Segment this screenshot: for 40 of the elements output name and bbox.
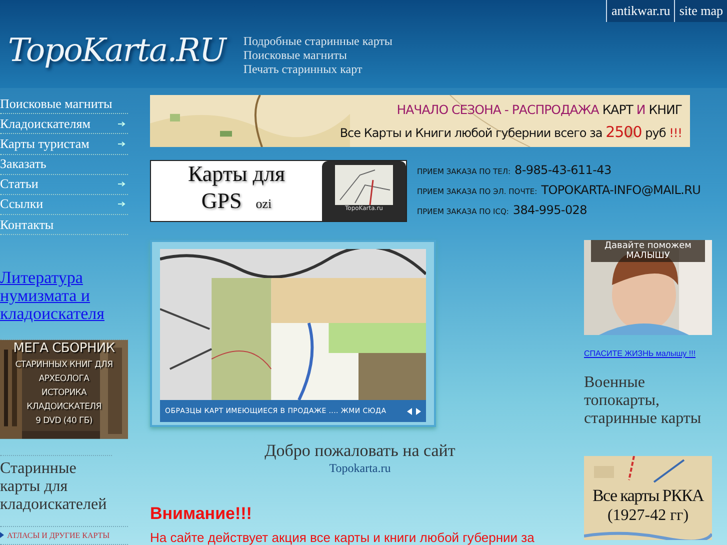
- top-link[interactable]: site map: [674, 0, 727, 22]
- welcome-title: Добро пожаловать на сайт: [264, 441, 456, 461]
- tagline: Подробные старинные карты: [243, 34, 392, 48]
- banner-text: 9 DVD (40 ГБ): [36, 415, 92, 428]
- nav-item[interactable]: Ссылки: [0, 194, 128, 216]
- sale-text: НАЧАЛО СЕЗОНА - РАСПРОДАЖА КАРТ И КНИГ: [396, 100, 682, 118]
- banner-text: АРХЕОЛОГА: [38, 373, 90, 386]
- arrow-icon: [118, 181, 126, 188]
- banner-text: СТАРИННЫХ КНИГ ДЛЯ: [15, 359, 113, 372]
- arrow-icon: [118, 120, 126, 127]
- help-banner[interactable]: Давайте поможем МАЛЫШУ: [584, 240, 712, 335]
- banner-text: ИСТОРИКА: [41, 387, 87, 400]
- banner-text: КЛАДОИСКАТЕЛЯ: [26, 401, 102, 414]
- nav-item[interactable]: Контакты: [0, 215, 128, 236]
- tagline: Печать старинных карт: [243, 62, 364, 76]
- nav-item[interactable]: Кладоискателям: [0, 114, 128, 134]
- literature-link[interactable]: Литература нумизмата и кладоискателя: [0, 269, 128, 324]
- sale-text: Все Карты и Книги любой губернии всего за 2500 руб !!!: [340, 122, 682, 142]
- nav-item[interactable]: Статьи: [0, 174, 128, 195]
- rkka-banner[interactable]: Все карты РККА (1927-42 гг): [584, 456, 712, 540]
- section-heading: Старинные карты для кладоискателей: [0, 454, 112, 514]
- help-link[interactable]: СПАСИТЕ ЖИЗНЬ малышу !!!: [584, 349, 712, 358]
- site-logo[interactable]: TopoKarta.RU: [8, 30, 226, 70]
- notice-text: На сайте действует акция все карты и книги любой губернии за: [150, 530, 536, 545]
- arrow-icon: [118, 140, 126, 147]
- section-heading: Военные топокарты, старинные карты: [584, 374, 702, 428]
- nav-item[interactable]: Карты туристам: [0, 134, 128, 155]
- nav-item[interactable]: Поисковые магниты: [0, 94, 128, 114]
- banner-text: МЕГА СБОРНИК: [13, 340, 115, 358]
- arrow-icon: [118, 201, 126, 208]
- atlas-link[interactable]: АТЛАСЫ И ДРУГИЕ КАРТЫ: [0, 526, 128, 545]
- nav-item[interactable]: Заказать: [0, 154, 128, 175]
- prev-next-icon: [407, 408, 421, 414]
- book-banner[interactable]: МЕГА СБОРНИК СТАРИННЫХ КНИГ ДЛЯ АРХЕОЛОГА ИСТОРИКА КЛАДОИСКАТЕЛЯ 9 DVD (40 ГБ): [0, 339, 128, 439]
- site-name: Topokarta.ru: [329, 461, 391, 476]
- notice-title: Внимание!!!: [150, 504, 253, 524]
- top-link[interactable]: antikwar.ru: [606, 0, 674, 22]
- bullet-icon: [0, 532, 4, 538]
- sale-banner[interactable]: НАЧАЛО СЕЗОНА - РАСПРОДАЖА КАРТ И КНИГ Все Карты и Книги любой губернии всего за 2500 руб !!!: [150, 95, 690, 147]
- tagline: Поисковые магниты: [243, 48, 348, 62]
